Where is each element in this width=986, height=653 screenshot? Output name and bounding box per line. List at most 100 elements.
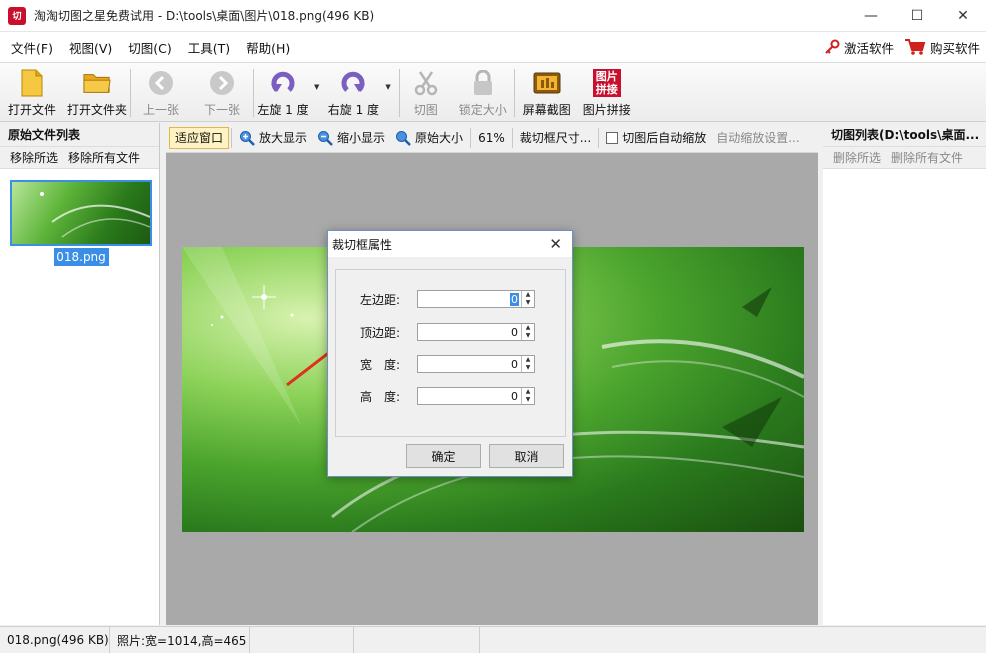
rotate-left-button[interactable]: 左旋 1 度 bbox=[254, 63, 312, 123]
fit-window-button[interactable]: 适应窗口 bbox=[169, 126, 230, 149]
activate-software-button[interactable]: 激活软件 bbox=[824, 38, 894, 57]
zoom-in-button[interactable]: 放大显示 bbox=[234, 127, 312, 149]
source-file-panel: 原始文件列表 移除所选 移除所有文件 018.png bbox=[0, 123, 160, 625]
rotate-left-icon bbox=[269, 69, 297, 97]
menu-bar: 文件(F) 视图(V) 切图(C) 工具(T) 帮助(H) 激活软件 购买软件 bbox=[0, 32, 986, 62]
width-label: 宽 度: bbox=[360, 357, 401, 372]
status-bar: 018.png(496 KB) 照片:宽=1014,高=465 bbox=[0, 626, 986, 653]
cut-button[interactable]: 切图 bbox=[400, 63, 452, 123]
auto-zoom-checkbox[interactable]: 切图后自动缩放 bbox=[601, 127, 711, 149]
top-margin-label: 顶边距: bbox=[360, 325, 401, 340]
left-margin-spinner[interactable]: ▲ ▼ bbox=[521, 291, 534, 307]
menu-tools[interactable]: 工具(T) bbox=[180, 38, 238, 57]
status-empty-3 bbox=[480, 627, 580, 653]
window-title: 淘淘切图之星免费试用 - D:\tools\桌面\图片\018.png(496 … bbox=[34, 9, 375, 23]
rotate-right-icon bbox=[339, 69, 367, 97]
next-image-button[interactable]: 下一张 bbox=[191, 63, 253, 123]
width-row: 宽 度: 0 ▲ ▼ bbox=[360, 355, 535, 373]
rotate-right-button[interactable]: 右旋 1 度 bbox=[323, 63, 383, 123]
minimize-button[interactable]: — bbox=[848, 0, 894, 32]
remove-selected-button[interactable]: 移除所选 bbox=[10, 149, 58, 166]
magnifier-icon bbox=[396, 130, 411, 146]
auto-zoom-label: 切图后自动缩放 bbox=[622, 131, 707, 145]
status-file: 018.png(496 KB) bbox=[0, 626, 110, 653]
remove-all-button[interactable]: 移除所有文件 bbox=[68, 149, 140, 166]
rotate-left-dropdown-icon[interactable]: ▼ bbox=[314, 83, 319, 91]
menu-help[interactable]: 帮助(H) bbox=[238, 38, 298, 57]
title-bar: 切 淘淘切图之星免费试用 - D:\tools\桌面\图片\018.png(49… bbox=[0, 0, 986, 32]
view-toolbar-divider bbox=[470, 127, 472, 148]
cart-icon bbox=[904, 39, 926, 55]
view-toolbar-divider bbox=[598, 127, 600, 148]
buy-software-button[interactable]: 购买软件 bbox=[904, 38, 980, 57]
fit-window-label: 适应窗口 bbox=[175, 131, 224, 145]
delete-all-button[interactable]: 删除所有文件 bbox=[891, 149, 963, 166]
height-input[interactable]: 0 ▲ ▼ bbox=[417, 387, 535, 405]
open-file-label: 打开文件 bbox=[7, 103, 56, 117]
auto-zoom-settings-button[interactable]: 自动缩放设置... bbox=[711, 127, 804, 149]
zoom-percent-value: 61% bbox=[478, 130, 505, 145]
menu-file[interactable]: 文件(F) bbox=[3, 38, 61, 57]
left-margin-value: 0 bbox=[510, 292, 519, 306]
top-margin-input[interactable]: 0 ▲ ▼ bbox=[417, 323, 535, 341]
stitch-icon: 图片 拼接 bbox=[592, 69, 621, 97]
thumbnail-label: 018.png bbox=[53, 248, 109, 266]
stitch-icon-text: 图片 拼接 bbox=[592, 69, 621, 97]
thumbnail-image[interactable] bbox=[10, 180, 152, 246]
key-icon bbox=[825, 39, 840, 54]
zoom-percent[interactable]: 61% bbox=[473, 127, 510, 149]
lock-size-button[interactable]: 锁定大小 bbox=[452, 63, 514, 123]
main-toolbar: 打开文件 打开文件夹 上一张 下一张 左旋 1 度 ▼ 右旋 1 度 ▼ 切图 … bbox=[0, 62, 986, 122]
lock-icon bbox=[469, 69, 497, 97]
close-window-button[interactable]: ✕ bbox=[940, 0, 986, 32]
height-row: 高 度: 0 ▲ ▼ bbox=[360, 387, 535, 405]
view-toolbar-divider bbox=[231, 127, 233, 148]
left-margin-row: 左边距: 0 ▲ ▼ bbox=[360, 290, 535, 308]
screenshot-button[interactable]: 屏幕截图 bbox=[515, 63, 579, 123]
thumbnail-item[interactable]: 018.png bbox=[10, 180, 152, 266]
ok-button[interactable]: 确定 bbox=[406, 444, 481, 468]
height-label: 高 度: bbox=[360, 389, 401, 404]
width-input[interactable]: 0 ▲ ▼ bbox=[417, 355, 535, 373]
cut-label: 切图 bbox=[413, 103, 438, 117]
folder-icon bbox=[83, 69, 111, 97]
crop-properties-dialog: 裁切框属性 ✕ 左边距: 0 ▲ ▼ 顶边距: 0 ▲ ▼ 宽 度: 0 ▲ ▼ 高 … bbox=[327, 230, 573, 477]
prev-image-button[interactable]: 上一张 bbox=[131, 63, 191, 123]
delete-selected-button[interactable]: 删除所选 bbox=[833, 149, 881, 166]
app-logo-icon: 切 bbox=[8, 6, 26, 25]
screenshot-label: 屏幕截图 bbox=[522, 103, 571, 117]
dialog-close-icon[interactable]: ✕ bbox=[549, 235, 562, 253]
dialog-title: 裁切框属性 bbox=[332, 237, 393, 252]
height-spinner[interactable]: ▲ ▼ bbox=[521, 388, 534, 404]
status-empty-2 bbox=[354, 626, 480, 653]
rotate-right-dropdown-icon[interactable]: ▼ bbox=[385, 83, 390, 91]
arrow-left-icon bbox=[147, 69, 175, 97]
status-empty-1 bbox=[250, 626, 354, 653]
open-file-button[interactable]: 打开文件 bbox=[0, 63, 64, 123]
left-margin-input[interactable]: 0 ▲ ▼ bbox=[417, 290, 535, 308]
top-margin-row: 顶边距: 0 ▲ ▼ bbox=[360, 323, 535, 341]
buy-label: 购买软件 bbox=[929, 40, 980, 56]
width-spinner[interactable]: ▲ ▼ bbox=[521, 356, 534, 372]
maximize-button[interactable]: ☐ bbox=[894, 0, 940, 32]
menu-view[interactable]: 视图(V) bbox=[61, 38, 120, 57]
lock-size-label: 锁定大小 bbox=[458, 103, 507, 117]
menu-cut[interactable]: 切图(C) bbox=[120, 38, 179, 57]
arrow-right-icon bbox=[208, 69, 236, 97]
crop-size-button[interactable]: 裁切框尺寸... bbox=[515, 127, 596, 149]
prev-label: 上一张 bbox=[142, 103, 179, 117]
next-label: 下一张 bbox=[203, 103, 240, 117]
rotate-left-label: 左旋 1 度 bbox=[257, 103, 309, 117]
stitch-button[interactable]: 图片 拼接 图片拼接 bbox=[579, 63, 635, 123]
top-margin-spinner[interactable]: ▲ ▼ bbox=[521, 324, 534, 340]
original-size-button[interactable]: 原始大小 bbox=[390, 127, 468, 149]
zoom-in-label: 放大显示 bbox=[259, 131, 308, 145]
open-folder-label: 打开文件夹 bbox=[66, 103, 127, 117]
cancel-button[interactable]: 取消 bbox=[489, 444, 564, 468]
auto-zoom-checkbox-box[interactable] bbox=[606, 131, 619, 144]
view-toolbar: 适应窗口 放大显示 缩小显示 原始大小 61% 裁切框尺寸... 切图后自动缩放 bbox=[166, 123, 818, 153]
zoom-out-button[interactable]: 缩小显示 bbox=[312, 127, 390, 149]
file-icon bbox=[18, 69, 46, 97]
scissors-icon bbox=[412, 69, 440, 97]
open-folder-button[interactable]: 打开文件夹 bbox=[64, 63, 130, 123]
